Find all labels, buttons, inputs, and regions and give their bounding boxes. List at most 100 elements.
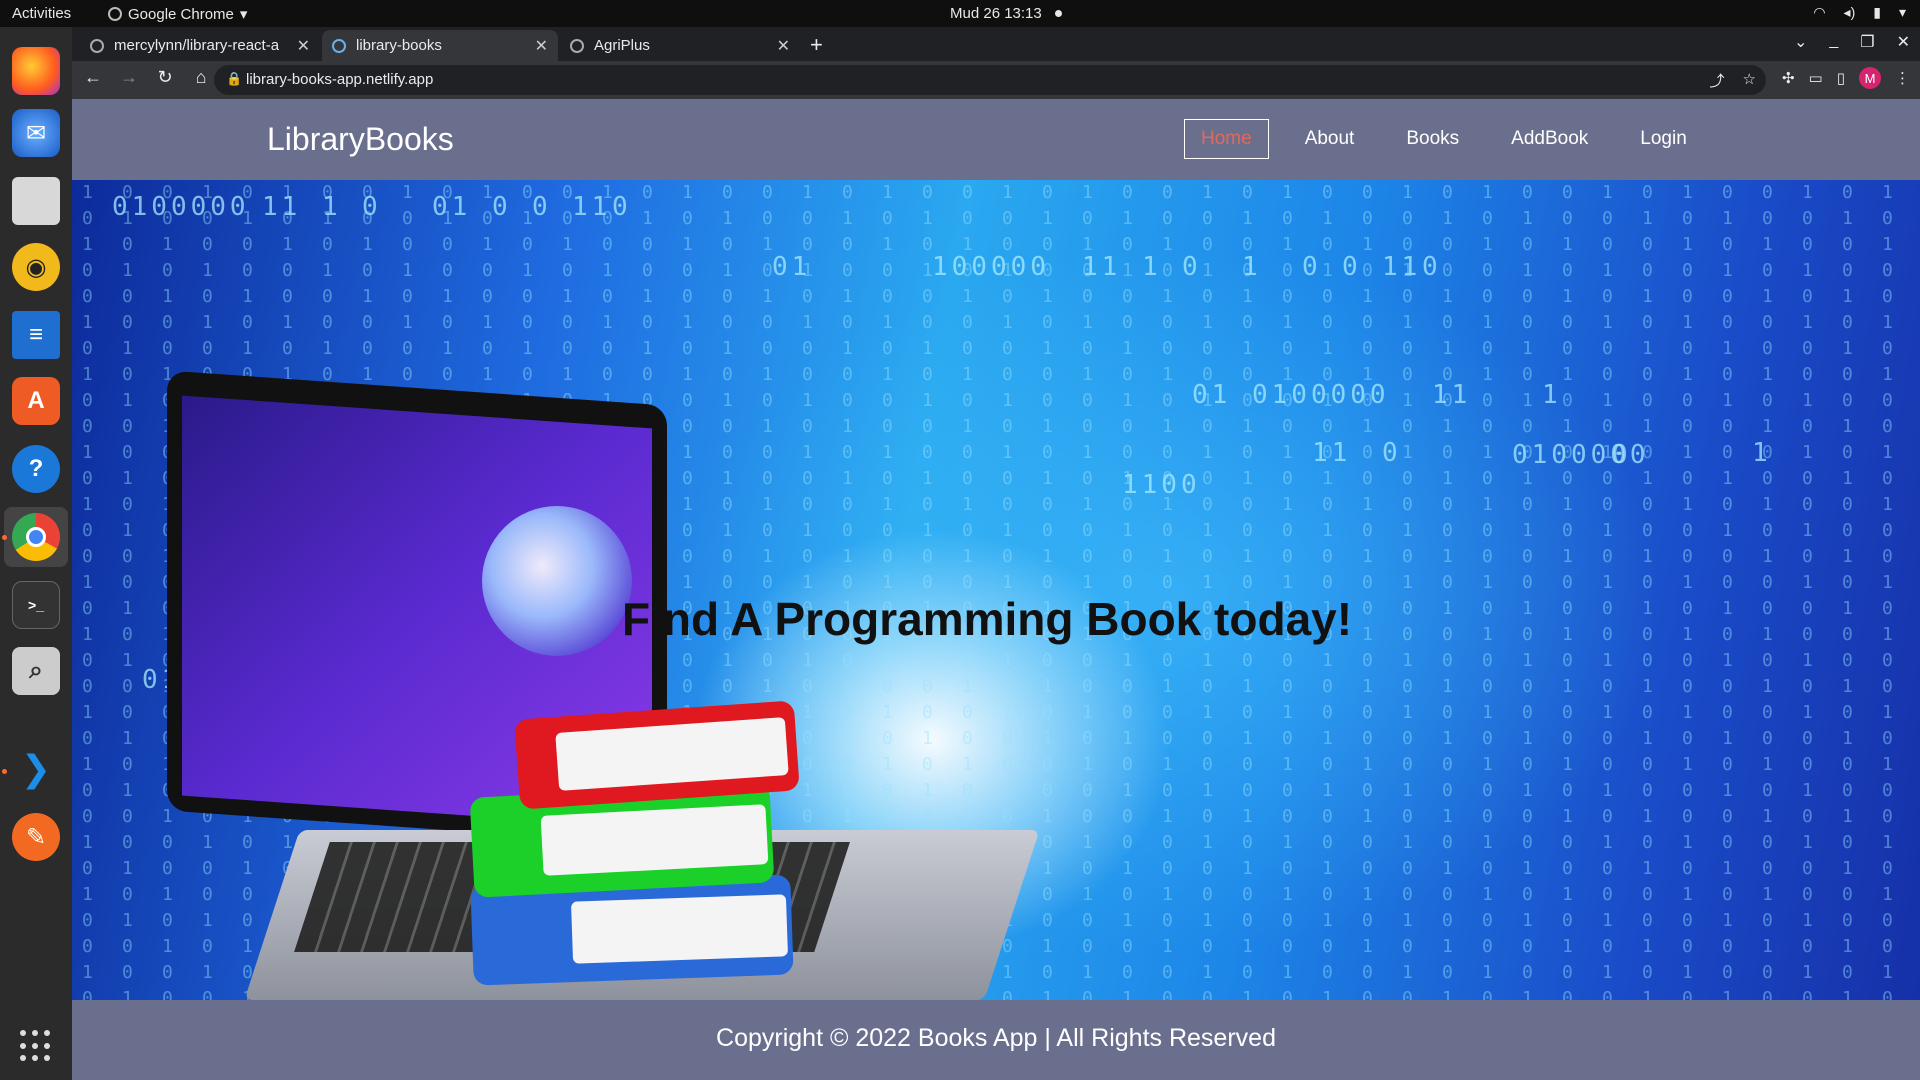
netlify-icon [332, 38, 346, 53]
site-footer: Copyright © 2022 Books App | All Rights … [72, 1000, 1920, 1080]
app-menu-label: Google Chrome [128, 5, 234, 23]
lock-icon[interactable]: 🔒 [226, 71, 242, 87]
running-indicator-icon [2, 535, 7, 540]
binary-digit-text: 0 [1342, 252, 1362, 282]
binary-column: 01010010100101001010010100101001 [1322, 182, 1333, 1000]
toolbar: ← → ↻ ⌂ 🔒 library-books-app.netlify.app … [72, 61, 1920, 99]
software-icon[interactable]: A [12, 377, 60, 425]
web-page: LibraryBooks Home About Books AddBook Lo… [72, 99, 1920, 1080]
reload-icon[interactable]: ↻ [154, 67, 176, 88]
extension-area: ✣ ▭ ▯ M ⋮ [1782, 67, 1910, 89]
nav-addbook[interactable]: AddBook [1495, 119, 1604, 159]
volume-icon: ◂) [1843, 4, 1856, 20]
vscode-icon[interactable]: ❯ [12, 745, 60, 793]
binary-column: 10100101001010010100101001010010 [1282, 182, 1293, 1000]
window-controls: ⌄ _ ❐ ✕ [1794, 32, 1910, 52]
url-text[interactable]: library-books-app.netlify.app [246, 71, 433, 88]
system-status-area[interactable]: ◠ ◂) ▮ ▾ [1813, 4, 1906, 21]
chrome-icon[interactable] [12, 513, 60, 561]
terminal-icon[interactable]: >_ [12, 581, 60, 629]
rhythmbox-icon[interactable]: ◉ [12, 243, 60, 291]
binary-column: 00101001010010100101001010010100 [1562, 182, 1573, 1000]
show-apps-icon[interactable] [20, 1030, 52, 1062]
binary-digit-text: 1 [1142, 252, 1162, 282]
binary-column: 01010010100101001010010100101001 [1122, 182, 1133, 1000]
book-pages [540, 804, 769, 876]
home-icon[interactable]: ⌂ [190, 67, 212, 88]
site-brand[interactable]: LibraryBooks [267, 121, 454, 158]
files-icon[interactable] [12, 177, 60, 225]
thunderbird-icon[interactable]: ✉ [12, 109, 60, 157]
wifi-icon: ◠ [1813, 4, 1826, 20]
back-icon[interactable]: ← [82, 67, 104, 88]
profile-avatar[interactable]: M [1859, 67, 1881, 89]
binary-digit-text: 0 [1302, 252, 1322, 282]
binary-digit-text: 1 [1542, 380, 1562, 410]
binary-column: 00101001010010100101001010010100 [1762, 182, 1773, 1000]
power-menu-icon: ▾ [1898, 4, 1906, 20]
hero-headline-wrap: Find A Programming Book today! [72, 592, 1920, 646]
binary-column: 01001010010100101001010010100101 [1042, 182, 1053, 1000]
site-nav-menu: Home About Books AddBook Login [1184, 119, 1723, 159]
binary-digit-text: 0 [1422, 252, 1442, 282]
close-window-icon[interactable]: ✕ [1897, 32, 1910, 52]
activities-button[interactable]: Activities [12, 5, 71, 22]
binary-column: 01001010010100101001010010100101 [1842, 182, 1853, 1000]
tab-label: mercylynn/library-react-a [114, 37, 280, 54]
site-navbar: LibraryBooks Home About Books AddBook Lo… [72, 99, 1920, 180]
binary-digit-text: 0 [1382, 438, 1402, 468]
binary-column: 10100101001010010100101001010010 [1682, 182, 1693, 1000]
nav-home[interactable]: Home [1184, 119, 1269, 159]
close-icon[interactable]: ✕ [297, 36, 310, 56]
browser-window: mercylynn/library-react-a ✕ library-book… [72, 27, 1920, 99]
extensions-puzzle-icon[interactable]: ✣ [1782, 69, 1795, 87]
search-icon[interactable]: ⌕ [12, 647, 60, 695]
share-icon[interactable]: ⤴ [1710, 70, 1725, 91]
tab-github[interactable]: mercylynn/library-react-a ✕ [80, 30, 320, 61]
tab-agriplus[interactable]: AgriPlus ✕ [560, 30, 800, 61]
binary-digit-text: 100000 [932, 252, 1050, 282]
binary-column: 00101001010010100101001010010100 [1362, 182, 1373, 1000]
bookmark-star-icon[interactable]: ☆ [1743, 70, 1756, 91]
chrome-small-icon [108, 7, 122, 21]
new-tab-icon[interactable]: + [810, 32, 823, 58]
running-indicator-icon [2, 769, 7, 774]
side-panel-icon[interactable]: ▯ [1837, 69, 1845, 87]
hero-banner: 0100000 11 1 0 01 0 0 11 0 01 100000 11 1 0 1 0 0 11 0 1100… [72, 180, 1920, 1000]
close-icon[interactable]: ✕ [777, 36, 790, 56]
hero-headline: Find A Programming Book today! [622, 593, 1353, 645]
tab-label: AgriPlus [594, 37, 650, 54]
tab-label: library-books [356, 37, 442, 54]
binary-column: 10010100101001010010100101001010 [1602, 182, 1613, 1000]
binary-column: 10010100101001010010100101001010 [1402, 182, 1413, 1000]
nav-buttons: ← → ↻ ⌂ [82, 67, 212, 88]
minimize-icon[interactable]: _ [1829, 32, 1838, 52]
writer-icon[interactable]: ≡ [12, 311, 60, 359]
binary-column: 01001010010100101001010010100101 [1242, 182, 1253, 1000]
app-menu[interactable]: Google Chrome ▾ [108, 5, 247, 23]
ubuntu-dock: ✉ ◉ ≡ A ? >_ ⌕ ❯ ✎ [0, 27, 72, 1080]
binary-column: 10100101001010010100101001010010 [82, 182, 93, 1000]
firefox-icon[interactable] [12, 47, 60, 95]
github-icon [90, 38, 104, 53]
close-icon[interactable]: ✕ [535, 36, 548, 56]
tab-search-icon[interactable]: ⌄ [1794, 32, 1807, 52]
globe-icon [570, 38, 584, 53]
nav-books[interactable]: Books [1390, 119, 1475, 159]
tab-library-books[interactable]: library-books ✕ [322, 30, 558, 61]
help-icon[interactable]: ? [12, 445, 60, 493]
binary-column: 10100101001010010100101001010010 [1082, 182, 1093, 1000]
binary-column: 01010010100101001010010100101001 [1722, 182, 1733, 1000]
maximize-icon[interactable]: ❐ [1860, 32, 1874, 52]
binary-column: 01001010010100101001010010100101 [1442, 182, 1453, 1000]
nav-login[interactable]: Login [1624, 119, 1703, 159]
clock[interactable]: Mud 26 13:13 [950, 5, 1042, 22]
cast-icon[interactable]: ▭ [1809, 69, 1823, 87]
address-bar[interactable]: 🔒 library-books-app.netlify.app ⤴ ☆ [214, 65, 1766, 95]
pen-icon[interactable]: ✎ [12, 813, 60, 861]
binary-column: 01010010100101001010010100101001 [122, 182, 133, 1000]
forward-icon[interactable]: → [118, 67, 140, 88]
menu-kebab-icon[interactable]: ⋮ [1895, 69, 1910, 87]
nav-about[interactable]: About [1289, 119, 1371, 159]
binary-column: 10010100101001010010100101001010 [1202, 182, 1213, 1000]
